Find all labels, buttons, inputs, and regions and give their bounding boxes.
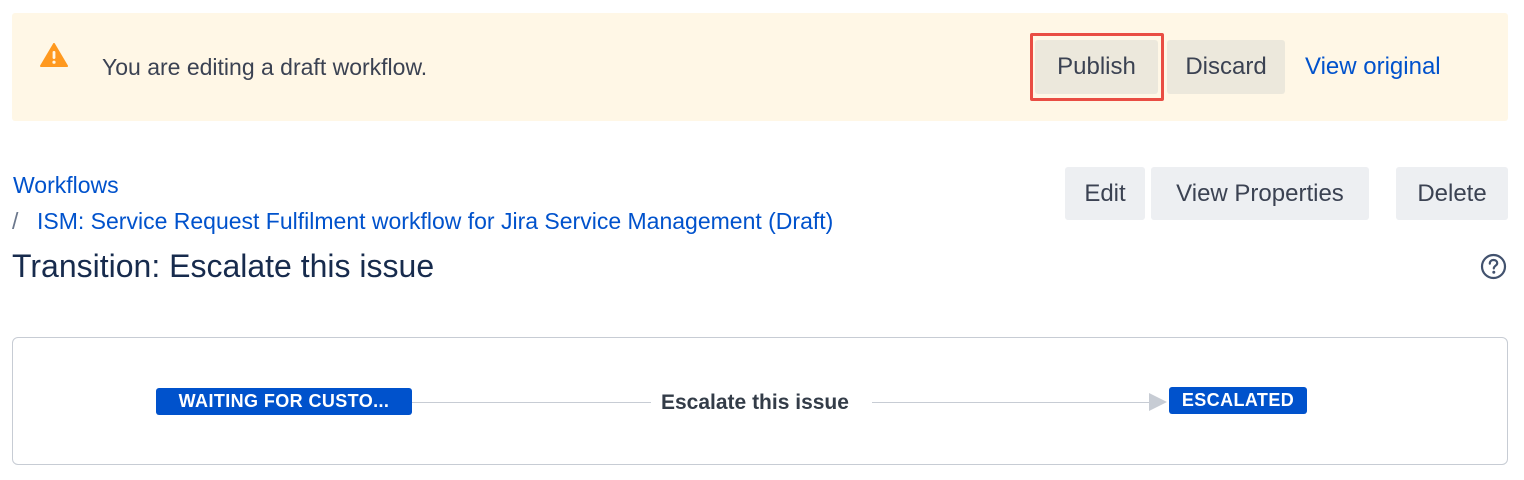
- transition-line-right: [872, 402, 1150, 403]
- delete-button[interactable]: Delete: [1396, 167, 1508, 220]
- publish-button[interactable]: Publish: [1035, 40, 1158, 94]
- breadcrumb-workflow-link[interactable]: ISM: Service Request Fulfilment workflow…: [37, 206, 833, 236]
- transition-name-label: Escalate this issue: [661, 391, 849, 414]
- transition-line-left: [412, 402, 651, 403]
- transition-diagram: WAITING FOR CUSTO... Escalate this issue…: [12, 337, 1508, 465]
- draft-warning-banner: You are editing a draft workflow. Publis…: [12, 13, 1508, 121]
- breadcrumb-workflows-link[interactable]: Workflows: [13, 170, 119, 200]
- page-title: Transition: Escalate this issue: [12, 248, 435, 284]
- from-status-lozenge[interactable]: WAITING FOR CUSTO...: [156, 388, 412, 415]
- breadcrumb-separator: /: [12, 208, 19, 234]
- view-original-link[interactable]: View original: [1305, 51, 1441, 83]
- view-properties-button[interactable]: View Properties: [1151, 167, 1369, 220]
- to-status-lozenge[interactable]: ESCALATED: [1169, 387, 1307, 414]
- banner-message: You are editing a draft workflow.: [102, 54, 428, 80]
- warning-icon: [40, 43, 68, 67]
- help-circle-icon[interactable]: [1480, 253, 1507, 280]
- discard-button[interactable]: Discard: [1167, 40, 1285, 94]
- edit-button[interactable]: Edit: [1065, 167, 1145, 220]
- arrow-head-icon: [1149, 393, 1167, 411]
